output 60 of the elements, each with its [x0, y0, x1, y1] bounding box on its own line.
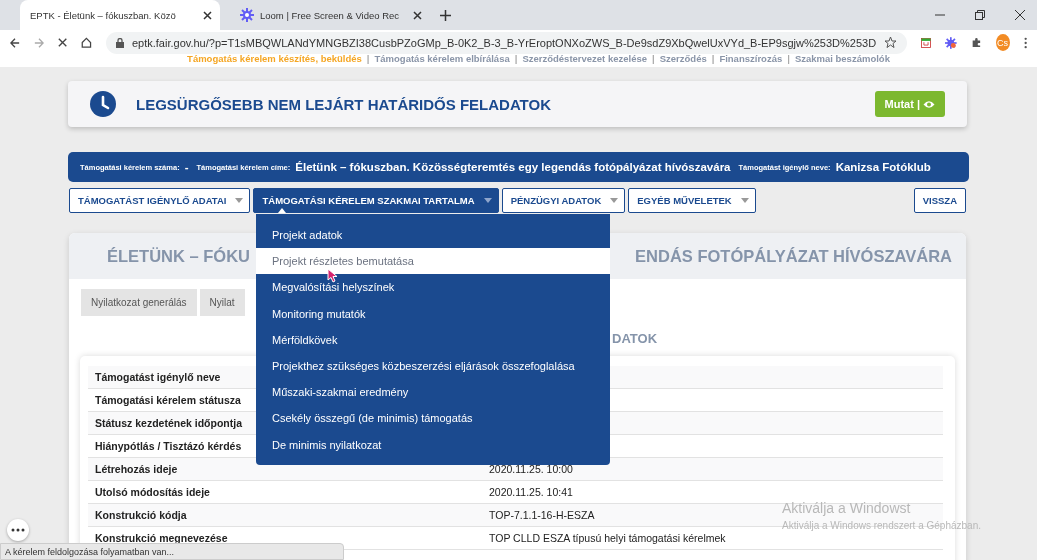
- field-value: Kanizsa Fotóklub: [835, 161, 931, 173]
- puzzle-icon[interactable]: [970, 36, 982, 49]
- separator: |: [652, 55, 655, 66]
- caret-icon: [740, 198, 749, 203]
- field-value: -: [184, 161, 189, 173]
- more-button[interactable]: [7, 519, 29, 541]
- browser-tab[interactable]: Loom | Free Screen & Video Rec: [230, 0, 430, 30]
- page-title: ENDÁS FOTÓPÁLYÁZAT HÍVÓSZAVÁRA: [635, 246, 952, 266]
- row-label: Utolsó módosítás ideje: [88, 480, 482, 504]
- section-heading: DATOK: [612, 331, 658, 346]
- clock-icon: [90, 91, 116, 117]
- browser-tab[interactable]: EPTK - Életünk – fókuszban. Közö: [20, 0, 220, 30]
- field-value: Életünk – fókuszban. Közösségteremtés egy legendás fotópályázat hívószavára: [295, 161, 731, 173]
- row-value: 2020.11.25. 10:41: [482, 480, 943, 504]
- menu-tab[interactable]: EGYÉB MŰVELETEK: [628, 188, 756, 213]
- notice-text: Aktiválja a Windows rendszert a Gépházban.: [782, 520, 981, 531]
- eye-icon: [923, 99, 935, 109]
- back-icon[interactable]: [10, 36, 20, 49]
- address-bar[interactable]: eptk.fair.gov.hu/?p=T1sMBQWLANdYMNGBZI38CusbPZoGMp_B-0K2_B-3_B-YrEroptONXoZWS_B-De9sdZ9XbQwelUxVYd_B-EP9sgjw%253D%253D: [105, 31, 908, 54]
- status-text: A kérelem feldolgozása folyamatban van...: [0, 543, 344, 560]
- page-title: ÉLETÜNK – FÓKU: [107, 246, 250, 266]
- gear-icon: [240, 8, 254, 22]
- menu-tab[interactable]: PÉNZÜGYI ADATOK: [501, 188, 626, 213]
- tab-title: Loom | Free Screen & Video Rec: [260, 9, 401, 21]
- tab-title: EPTK - Életünk – fókuszban. Közö: [30, 9, 177, 21]
- url-text: eptk.fair.gov.hu/?p=T1sMBQWLANdYMNGBZI38CusbPZoGMp_B-0K2_B-3_B-YrEroptONXoZWS_B-De9sdZ9XbQwelUxVYd_B-EP9sgjw%253D%253D: [131, 36, 877, 49]
- separator: |: [787, 55, 790, 66]
- separator: |: [711, 55, 715, 66]
- lock-icon: [115, 37, 124, 48]
- menu-item[interactable]: Mérföldkövek: [256, 326, 610, 353]
- menu-item[interactable]: Megvalósítási helyszínek: [256, 274, 610, 301]
- sub-tab[interactable]: Nyilat: [199, 289, 245, 316]
- close-icon[interactable]: [413, 10, 422, 20]
- menu-tab[interactable]: TÁMOGATÁSI KÉRELEM SZAKMAI TARTALMA: [253, 188, 499, 213]
- section-title: LEGSÜRGŐSEBB NEM LEJÁRT HATÁRIDŐS FELADATOK: [136, 95, 551, 113]
- stop-icon[interactable]: [57, 37, 68, 48]
- caret-icon: [235, 198, 244, 203]
- caret-icon: [483, 198, 492, 203]
- sub-tab[interactable]: Nyilatkozat generálás: [81, 289, 197, 316]
- calendar-icon[interactable]: [921, 36, 932, 49]
- back-button[interactable]: VISSZA: [913, 188, 966, 213]
- close-icon[interactable]: [1015, 10, 1025, 20]
- menu-item[interactable]: Monitoring mutatók: [256, 300, 610, 327]
- caret-icon: [610, 198, 619, 203]
- dots-icon: [11, 528, 25, 532]
- pointer-icon: [278, 208, 287, 213]
- new-tab-icon[interactable]: [440, 9, 451, 21]
- row-label: Konstrukció kódja: [88, 503, 482, 527]
- close-icon[interactable]: [203, 10, 212, 20]
- menu-item[interactable]: Projekt részletes bemutatása: [256, 248, 610, 275]
- separator: |: [366, 55, 370, 66]
- menu-icon[interactable]: [1023, 35, 1027, 50]
- menu-tab[interactable]: TÁMOGATÁST IGÉNYLŐ ADATAI: [69, 188, 251, 213]
- restore-icon[interactable]: [975, 10, 985, 20]
- menu-item[interactable]: Projekt adatok: [256, 222, 610, 249]
- separator: |: [514, 55, 518, 66]
- home-icon[interactable]: [81, 36, 92, 49]
- gear-icon[interactable]: [945, 35, 957, 50]
- star-icon[interactable]: [884, 36, 898, 49]
- cursor-icon: [327, 268, 338, 283]
